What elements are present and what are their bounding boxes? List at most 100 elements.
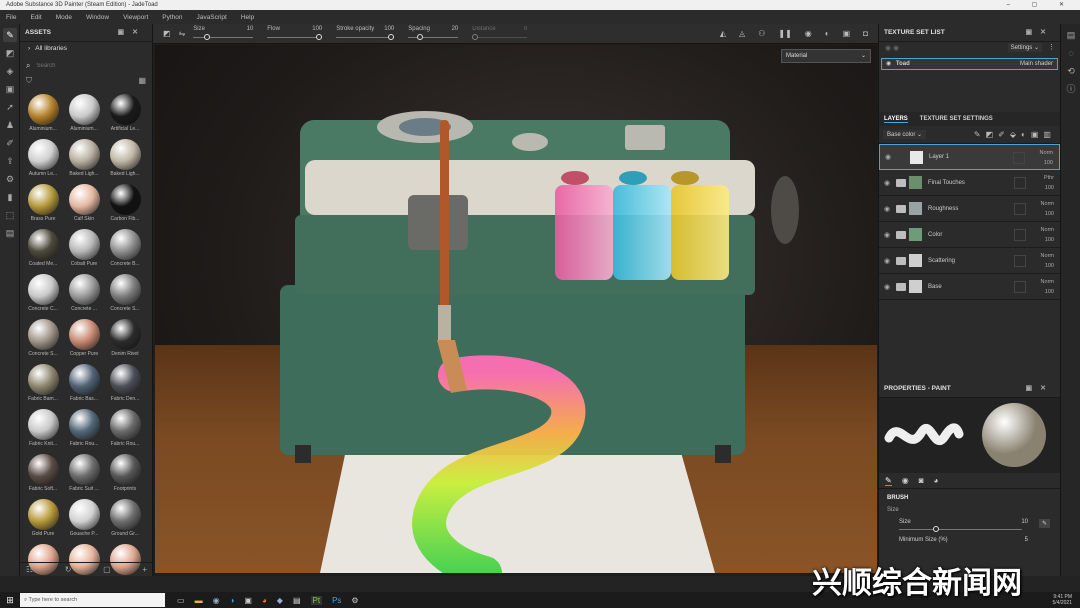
eye-icon[interactable]: ◉ xyxy=(886,61,891,67)
layout-icon[interactable]: ☷ xyxy=(26,565,33,574)
channel-dropdown[interactable]: Base color ⌄ xyxy=(883,130,927,139)
layer-mask-slot[interactable] xyxy=(1014,177,1026,189)
layer-mask-slot[interactable] xyxy=(1014,229,1026,241)
stencil-icon[interactable]: ◬ xyxy=(739,29,745,38)
brush-mode-icon[interactable]: ◩ xyxy=(163,29,171,38)
param-track[interactable] xyxy=(267,36,323,38)
menu-item-viewport[interactable]: Viewport xyxy=(123,14,148,21)
alpha-tab-icon[interactable]: ◕ xyxy=(934,476,939,485)
menu-item-mode[interactable]: Mode xyxy=(56,14,72,21)
material-tile[interactable]: Concrete B... xyxy=(106,227,144,271)
material-tile[interactable]: Cobalt Pure xyxy=(65,227,103,271)
assets-search-input[interactable] xyxy=(36,63,137,69)
camera-dropdown[interactable]: Material ⌄ xyxy=(781,49,871,63)
layers-icon[interactable]: ▤ xyxy=(1064,28,1078,42)
layer-blend[interactable]: Pthr 100 xyxy=(1044,173,1054,193)
material-tile[interactable]: Fabric Suit ... xyxy=(65,452,103,496)
menu-item-help[interactable]: Help xyxy=(241,14,254,21)
size-slider-knob[interactable] xyxy=(933,526,939,532)
param-track[interactable] xyxy=(336,36,395,38)
layer-blend-mode[interactable]: Norm xyxy=(1041,251,1054,261)
param-stroke-opacity[interactable]: Stroke opacity 100 xyxy=(336,24,395,44)
size-slider[interactable]: Size 10 ✎ xyxy=(887,519,1052,535)
panel-controls[interactable]: ▣✕ xyxy=(1026,28,1054,36)
tab-texture-set-settings[interactable]: TEXTURE SET SETTINGS xyxy=(920,116,993,122)
eye-icon[interactable]: ◉ xyxy=(881,205,893,213)
layer-row[interactable]: ◉ Layer 1 Norm 100 xyxy=(879,144,1060,170)
info-icon[interactable]: ⓘ xyxy=(1064,82,1078,96)
brush-tab-icon[interactable]: ✎ xyxy=(885,476,892,486)
eye-icon[interactable]: ◉ xyxy=(881,231,893,239)
edge-icon[interactable]: ◑ xyxy=(230,596,235,605)
edit-icon[interactable]: ✎ xyxy=(1038,519,1050,528)
param-knob[interactable] xyxy=(204,33,211,40)
min-size-slider[interactable]: Minimum Size (%) 5 xyxy=(887,537,1052,547)
screenshot-icon[interactable]: ◘ xyxy=(863,29,868,38)
material-tile[interactable]: Footprints xyxy=(106,452,144,496)
alpha-icon[interactable]: ◭ xyxy=(720,29,726,38)
layer-blend[interactable]: Norm 100 xyxy=(1041,277,1054,297)
panel-controls[interactable]: ▣✕ xyxy=(118,28,146,36)
window-controls[interactable]: – ▢ ✕ xyxy=(1007,0,1074,10)
material-tile[interactable]: Baked Ligh... xyxy=(65,137,103,181)
eye-icon[interactable]: ◉ xyxy=(881,283,893,291)
steam-icon[interactable]: ◉ xyxy=(213,596,220,605)
layer-opacity[interactable]: 100 xyxy=(1041,261,1054,271)
layer-mask-slot[interactable] xyxy=(1014,203,1026,215)
taskbar-search[interactable]: ⌕ Type here to search xyxy=(20,593,165,607)
eye-icon[interactable]: ◉ xyxy=(881,257,893,265)
layer-opacity[interactable]: 100 xyxy=(1041,287,1054,297)
material-tile[interactable]: Aluminium... xyxy=(24,92,62,136)
settings-icon[interactable]: ⚙ xyxy=(3,172,17,186)
menu-item-python[interactable]: Python xyxy=(162,14,182,21)
material-tile[interactable]: Brass Pure xyxy=(24,182,62,226)
substance-painter-icon[interactable]: Pt xyxy=(310,595,323,605)
param-knob[interactable] xyxy=(472,33,479,40)
history-icon[interactable]: ⟲ xyxy=(1064,64,1078,78)
pause-icon[interactable]: ❚❚ xyxy=(778,29,791,38)
material-tile[interactable]: Concrete ... xyxy=(65,272,103,316)
layer-opacity[interactable]: 100 xyxy=(1041,209,1054,219)
layer-opacity[interactable]: 100 xyxy=(1041,235,1054,245)
photoshop-icon[interactable]: Ps xyxy=(332,596,341,605)
material-tile[interactable]: Fabric Bam... xyxy=(24,362,62,406)
material-tile[interactable]: Calf Skin xyxy=(65,182,103,226)
param-track[interactable] xyxy=(408,36,459,38)
settings-dropdown[interactable]: Settings ⌄ xyxy=(1007,43,1042,52)
layer-mask-slot[interactable] xyxy=(1013,152,1025,164)
param-track[interactable] xyxy=(472,36,528,38)
bake-icon[interactable]: ⇪ xyxy=(3,154,17,168)
eraser-icon[interactable]: ◩ xyxy=(3,46,17,60)
layer-action-icons[interactable]: ✎◩✐⬙◐▣▥ xyxy=(974,130,1056,139)
explorer-icon[interactable]: ▬ xyxy=(195,596,203,605)
layer-opacity[interactable]: 100 xyxy=(1044,183,1054,193)
layer-row[interactable]: ◉ Base Norm 100 xyxy=(879,274,1060,300)
material-tile[interactable]: Artificial Le... xyxy=(106,92,144,136)
settings-icon[interactable]: ⚙ xyxy=(351,596,358,605)
material-tile[interactable]: Fabric Rou... xyxy=(65,407,103,451)
material-tile[interactable]: Denim Rivet xyxy=(106,317,144,361)
material-tile[interactable]: Fabric Den... xyxy=(106,362,144,406)
export-icon[interactable]: ▤ xyxy=(3,226,17,240)
material-tile[interactable]: Aluminium... xyxy=(65,92,103,136)
layer-blend[interactable]: Norm 100 xyxy=(1040,148,1053,168)
material-tile[interactable]: Concrete S... xyxy=(106,272,144,316)
material-tile[interactable]: Gouache P... xyxy=(65,497,103,541)
material-tile[interactable]: Concrete C... xyxy=(24,272,62,316)
material-tile[interactable]: Fabric Rou... xyxy=(106,407,144,451)
layer-row[interactable]: ◉ Roughness Norm 100 xyxy=(879,196,1060,222)
layer-blend[interactable]: Norm 100 xyxy=(1041,251,1054,271)
material-tile[interactable]: Copper Pure xyxy=(65,317,103,361)
assets-search[interactable]: ⌕ xyxy=(26,58,146,74)
notes-icon[interactable]: ▤ xyxy=(293,596,301,605)
polygon-fill-icon[interactable]: ▣ xyxy=(3,82,17,96)
eye-icon[interactable]: ◉ xyxy=(881,179,893,187)
refresh-icon[interactable]: ↻ xyxy=(65,565,72,574)
param-knob[interactable] xyxy=(417,33,424,40)
layer-blend-mode[interactable]: Norm xyxy=(1041,225,1054,235)
material-tile[interactable]: Autumn Le... xyxy=(24,137,62,181)
layer-blend[interactable]: Norm 100 xyxy=(1041,225,1054,245)
material-tile[interactable]: Carbon Fib... xyxy=(106,182,144,226)
material-tile[interactable]: Baked Ligh... xyxy=(106,137,144,181)
more-icon[interactable]: ⋮ xyxy=(1048,43,1055,51)
